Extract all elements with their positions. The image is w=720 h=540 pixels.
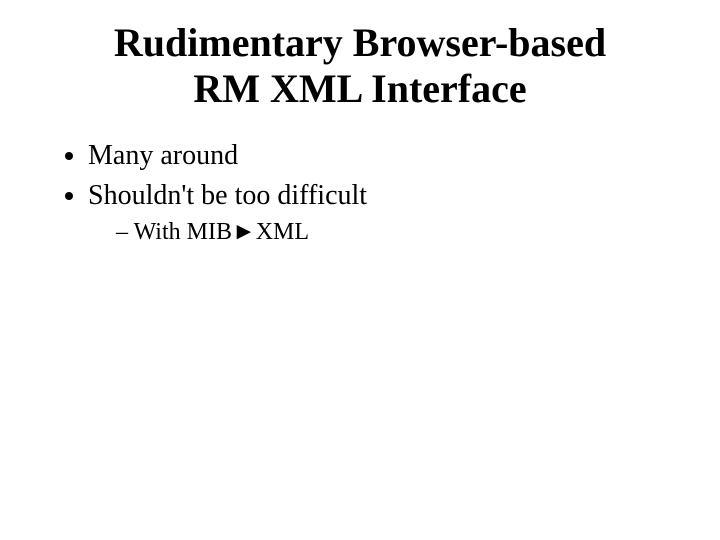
list-item: Many around [88,138,660,174]
title-line-1: Rudimentary Browser-based [114,20,606,65]
bullet-text: Many around [88,140,238,171]
bullet-text: Shouldn't be too difficult [88,180,367,211]
list-item: Shouldn't be too difficult With MIB►XML [88,178,660,248]
sub-bullet-text: With MIB►XML [134,219,309,245]
title-line-2: RM XML Interface [193,66,526,111]
slide-title: Rudimentary Browser-based RM XML Interfa… [60,20,660,112]
slide: Rudimentary Browser-based RM XML Interfa… [0,0,720,540]
sub-bullet-list: With MIB►XML [88,217,660,248]
list-item: With MIB►XML [116,217,660,248]
bullet-list: Many around Shouldn't be too difficult W… [60,138,660,248]
